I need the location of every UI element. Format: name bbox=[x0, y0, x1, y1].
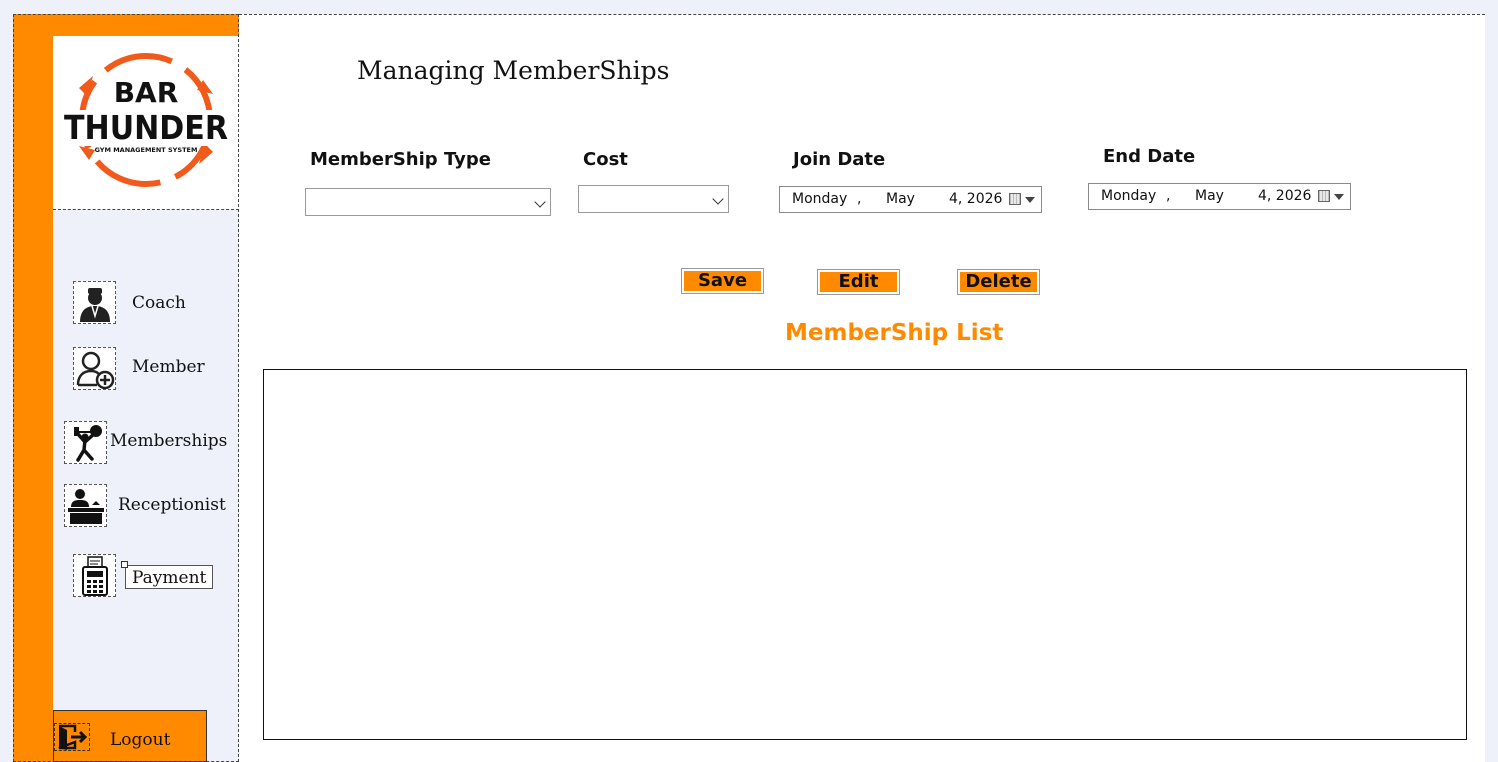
dropdown-arrow-icon[interactable] bbox=[1334, 194, 1344, 200]
sidebar-frame bbox=[13, 14, 239, 762]
end-date-picker[interactable]: Monday , May 4, 2026 bbox=[1088, 183, 1351, 210]
calendar-icon[interactable] bbox=[1318, 190, 1330, 202]
dropdown-arrow-icon[interactable] bbox=[1025, 197, 1035, 203]
end-date-date: 4, 2026 bbox=[1258, 188, 1312, 204]
edit-button[interactable]: Edit bbox=[817, 269, 900, 295]
membership-type-select[interactable] bbox=[305, 188, 551, 216]
join-date-label: Join Date bbox=[793, 149, 886, 170]
join-date-date: 4, 2026 bbox=[949, 191, 1003, 207]
join-date-picker[interactable]: Monday , May 4, 2026 bbox=[779, 186, 1042, 213]
end-date-label: End Date bbox=[1103, 146, 1196, 167]
membership-list-title: MemberShip List bbox=[785, 320, 1004, 346]
end-date-day: Monday bbox=[1101, 188, 1157, 204]
chevron-down-icon bbox=[712, 193, 724, 205]
delete-button[interactable]: Delete bbox=[957, 269, 1040, 295]
end-date-month: May bbox=[1195, 188, 1224, 204]
join-date-day: Monday bbox=[792, 191, 848, 207]
chevron-down-icon bbox=[534, 196, 546, 208]
page-title: Managing MemberShips bbox=[357, 56, 670, 85]
membership-list-grid[interactable] bbox=[263, 369, 1467, 740]
calendar-icon[interactable] bbox=[1009, 193, 1021, 205]
cost-select[interactable] bbox=[578, 185, 729, 213]
save-button[interactable]: Save bbox=[681, 268, 764, 294]
cost-label: Cost bbox=[583, 149, 628, 170]
join-date-month: May bbox=[886, 191, 915, 207]
join-date-sep: , bbox=[857, 191, 862, 207]
end-date-sep: , bbox=[1166, 188, 1171, 204]
membership-type-label: MemberShip Type bbox=[310, 149, 491, 170]
